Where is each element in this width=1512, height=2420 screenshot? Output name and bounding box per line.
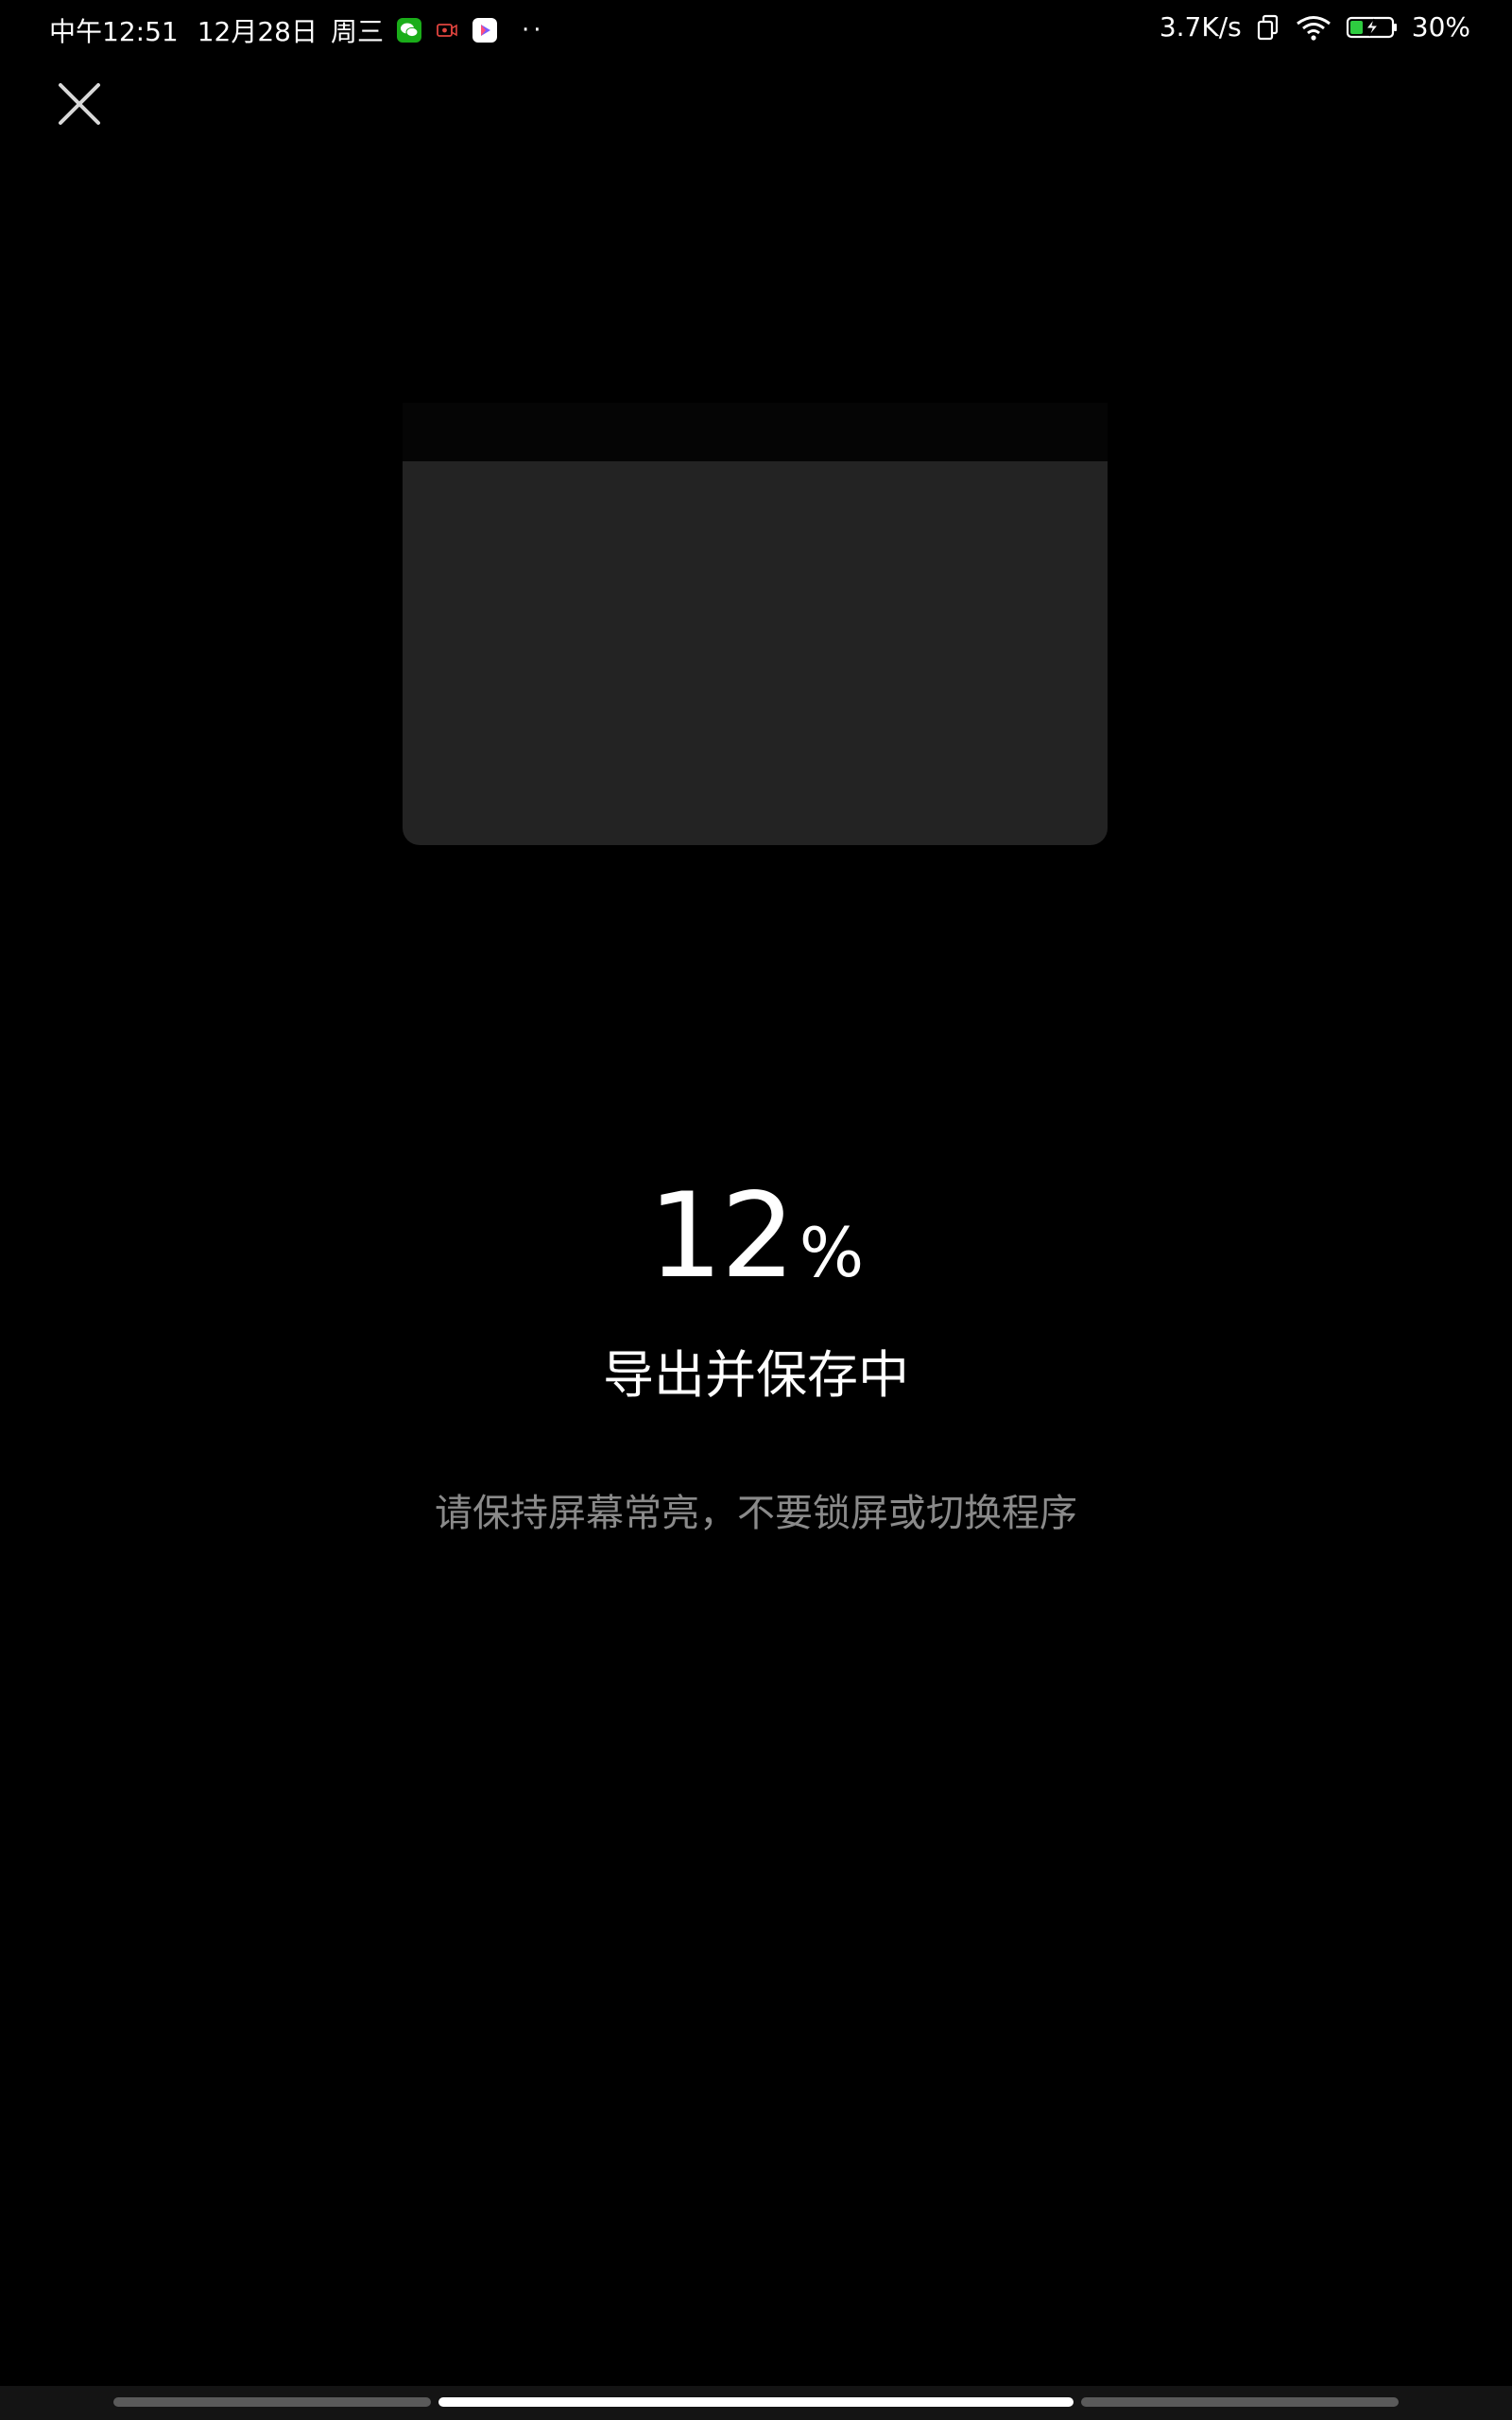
battery-percent: 30%: [1411, 11, 1470, 43]
status-time: 中午12:51: [49, 16, 179, 47]
status-weekday: 周三: [330, 16, 384, 47]
status-bar-left: 中午12:51 12月28日 周三 ··: [49, 11, 545, 49]
progress-unit: %: [799, 1213, 865, 1292]
progress-value: 12: [647, 1168, 796, 1305]
wifi-icon: [1295, 13, 1332, 42]
home-gesture-handle[interactable]: [438, 2397, 1074, 2407]
video-preview: [403, 461, 1108, 845]
more-notifications: ··: [521, 16, 545, 44]
close-icon: [59, 83, 100, 125]
nav-segment-right[interactable]: [1081, 2397, 1399, 2407]
video-app-icon: [472, 18, 497, 43]
preview-header-strip: [403, 403, 1108, 461]
status-bar: 中午12:51 12月28日 周三 ·· 3.7K/s 30%: [0, 0, 1512, 57]
status-bar-right: 3.7K/s 30%: [1160, 11, 1470, 43]
screen-record-icon: [435, 18, 459, 43]
nav-segment-left[interactable]: [113, 2397, 431, 2407]
dual-sim-icon: [1255, 13, 1281, 42]
navigation-bar: [0, 2386, 1512, 2420]
network-speed: 3.7K/s: [1159, 11, 1242, 43]
battery-charging-icon: [1346, 14, 1399, 41]
close-button[interactable]: [53, 78, 106, 130]
export-status-title: 导出并保存中: [603, 1345, 909, 1405]
export-hint: 请保持屏幕常亮，不要锁屏或切换程序: [435, 1492, 1077, 1535]
export-screen: 中午12:51 12月28日 周三 ·· 3.7K/s 30% 12% 导出并保…: [0, 0, 1512, 2420]
export-progress: 12%: [0, 1168, 1512, 1305]
wechat-icon: [396, 18, 421, 43]
status-date: 12月28日: [197, 16, 318, 47]
